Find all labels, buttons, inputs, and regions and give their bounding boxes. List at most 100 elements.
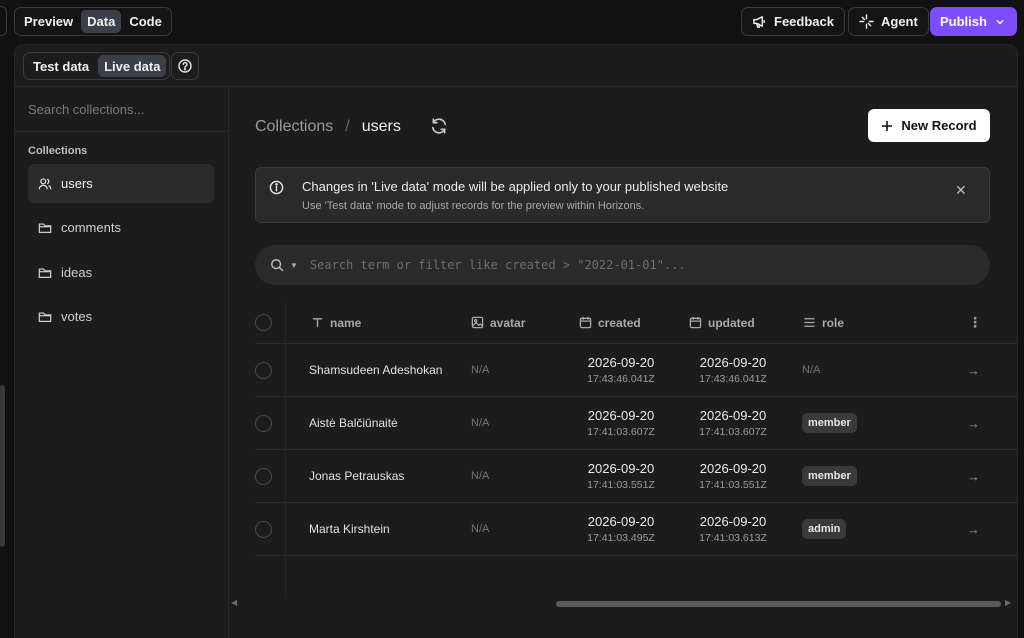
- cell-avatar: N/A: [471, 523, 490, 535]
- column-divider: [285, 302, 286, 597]
- cell-created: 2026-09-20 17:43:46.041Z: [571, 344, 671, 396]
- calendar-icon: [689, 316, 702, 329]
- cell-updated: 2026-09-20 17:43:46.041Z: [683, 344, 783, 396]
- column-label: name: [330, 315, 362, 330]
- sidebar-item-comments[interactable]: comments: [28, 208, 214, 247]
- cell-avatar: N/A: [471, 364, 490, 376]
- sidebar-item-label: votes: [61, 309, 93, 324]
- breadcrumb-collections[interactable]: Collections: [255, 118, 333, 136]
- created-time: 17:41:03.551Z: [587, 479, 655, 491]
- tab-data[interactable]: Data: [81, 10, 122, 33]
- table-row[interactable]: Marta Kirshtein N/A 2026-09-20 17:41:03.4…: [255, 503, 1017, 556]
- created-time: 17:41:03.607Z: [587, 426, 655, 438]
- updated-time: 17:41:03.613Z: [699, 532, 767, 544]
- sidebar-item-votes[interactable]: votes: [28, 297, 214, 336]
- column-options-icon[interactable]: ⋮: [968, 302, 982, 343]
- created-date: 2026-09-20: [587, 514, 655, 529]
- sidebar-item-label: users: [61, 176, 93, 191]
- role-badge: member: [802, 466, 857, 486]
- column-created[interactable]: created: [579, 302, 641, 343]
- collections-sidebar: Search collections... Collections users …: [15, 87, 229, 638]
- tab-code[interactable]: Code: [123, 10, 168, 33]
- cell-name: Marta Kirshtein: [309, 522, 390, 536]
- tab-test-data[interactable]: Test data: [27, 55, 95, 77]
- left-scrollbar[interactable]: [0, 385, 5, 547]
- close-icon[interactable]: ✕: [955, 182, 967, 199]
- cell-name: Aistė Balčiūnaitė: [309, 416, 398, 430]
- collection-content: Collections / users New Record Changes i…: [229, 87, 1017, 638]
- publish-button[interactable]: Publish: [930, 7, 1017, 36]
- table-row[interactable]: Shamsudeen Adeshokan N/A 2026-09-20 17:43…: [255, 344, 1017, 397]
- horizontal-scrollbar[interactable]: ◀ ▶: [229, 598, 1017, 610]
- scroll-right-icon[interactable]: ▶: [1005, 598, 1011, 607]
- row-checkbox[interactable]: [255, 467, 272, 485]
- collections-heading: Collections: [28, 145, 88, 157]
- refresh-icon[interactable]: [430, 117, 448, 135]
- arrow-right-icon[interactable]: →: [967, 503, 980, 555]
- chevron-down-icon: [996, 19, 1004, 25]
- updated-date: 2026-09-20: [699, 355, 767, 370]
- arrow-right-icon[interactable]: →: [967, 397, 980, 449]
- feedback-button[interactable]: Feedback: [741, 7, 845, 36]
- arrow-right-icon[interactable]: →: [967, 344, 980, 396]
- column-label: role: [822, 315, 845, 330]
- left-panel-handle[interactable]: [0, 6, 7, 36]
- sparkle-icon: [859, 14, 874, 29]
- table-row[interactable]: Jonas Petrauskas N/A 2026-09-20 17:41:03.…: [255, 450, 1017, 503]
- column-role[interactable]: role: [803, 302, 844, 343]
- arrow-right-icon[interactable]: →: [967, 450, 980, 502]
- breadcrumb-current: users: [361, 118, 401, 135]
- new-record-button[interactable]: New Record: [868, 109, 990, 142]
- cell-role: member: [802, 450, 857, 502]
- sidebar-item-users[interactable]: users: [28, 164, 214, 203]
- column-name[interactable]: name: [311, 302, 361, 343]
- row-checkbox[interactable]: [255, 414, 272, 432]
- sidebar-item-ideas[interactable]: ideas: [28, 253, 214, 292]
- column-label: avatar: [490, 315, 526, 330]
- scroll-left-icon[interactable]: ◀: [231, 598, 237, 607]
- folder-icon: [38, 222, 52, 233]
- publish-label: Publish: [940, 14, 987, 29]
- column-updated[interactable]: updated: [689, 302, 755, 343]
- row-checkbox[interactable]: [255, 361, 272, 379]
- cell-avatar: N/A: [471, 470, 490, 482]
- new-record-label: New Record: [901, 118, 977, 133]
- data-panel: Test data Live data Search collections..…: [14, 44, 1018, 638]
- updated-date: 2026-09-20: [699, 514, 767, 529]
- row-checkbox[interactable]: [255, 520, 272, 538]
- table-row[interactable]: Aistė Balčiūnaitė N/A 2026-09-20 17:41:03…: [255, 397, 1017, 450]
- sidebar-item-label: comments: [61, 220, 121, 235]
- collections-search-input[interactable]: Search collections...: [15, 87, 228, 132]
- tab-live-data[interactable]: Live data: [98, 55, 167, 77]
- column-label: created: [598, 315, 641, 330]
- breadcrumb: Collections / users: [255, 118, 401, 136]
- question-icon: [178, 59, 192, 73]
- column-avatar[interactable]: avatar: [471, 302, 525, 343]
- filter-dropdown-icon[interactable]: ▼: [290, 261, 298, 270]
- updated-time: 17:41:03.607Z: [699, 426, 767, 438]
- sidebar-item-label: ideas: [61, 265, 93, 280]
- created-date: 2026-09-20: [587, 355, 655, 370]
- created-date: 2026-09-20: [587, 461, 655, 476]
- cell-role: admin: [802, 503, 847, 555]
- cell-name: Jonas Petrauskas: [309, 469, 405, 483]
- alert-title: Changes in 'Live data' mode will be appl…: [302, 179, 729, 194]
- agent-button[interactable]: Agent: [848, 7, 929, 36]
- help-button[interactable]: [171, 52, 199, 80]
- filter-input[interactable]: [309, 258, 910, 272]
- select-all-checkbox[interactable]: [255, 314, 272, 331]
- tab-preview[interactable]: Preview: [18, 10, 79, 33]
- text-type-icon: [312, 318, 323, 328]
- created-time: 17:43:46.041Z: [587, 373, 655, 385]
- cell-role: member: [802, 397, 857, 449]
- cell-created: 2026-09-20 17:41:03.607Z: [571, 397, 671, 449]
- cell-avatar: N/A: [471, 417, 490, 429]
- alert-subtitle: Use 'Test data' mode to adjust records f…: [302, 200, 645, 212]
- cell-created: 2026-09-20 17:41:03.551Z: [571, 450, 671, 502]
- scrollbar-thumb[interactable]: [556, 601, 1001, 607]
- megaphone-icon: [753, 16, 765, 28]
- folder-icon: [38, 267, 52, 278]
- updated-time: 17:43:46.041Z: [699, 373, 767, 385]
- list-icon: [804, 318, 815, 327]
- calendar-icon: [579, 316, 592, 329]
